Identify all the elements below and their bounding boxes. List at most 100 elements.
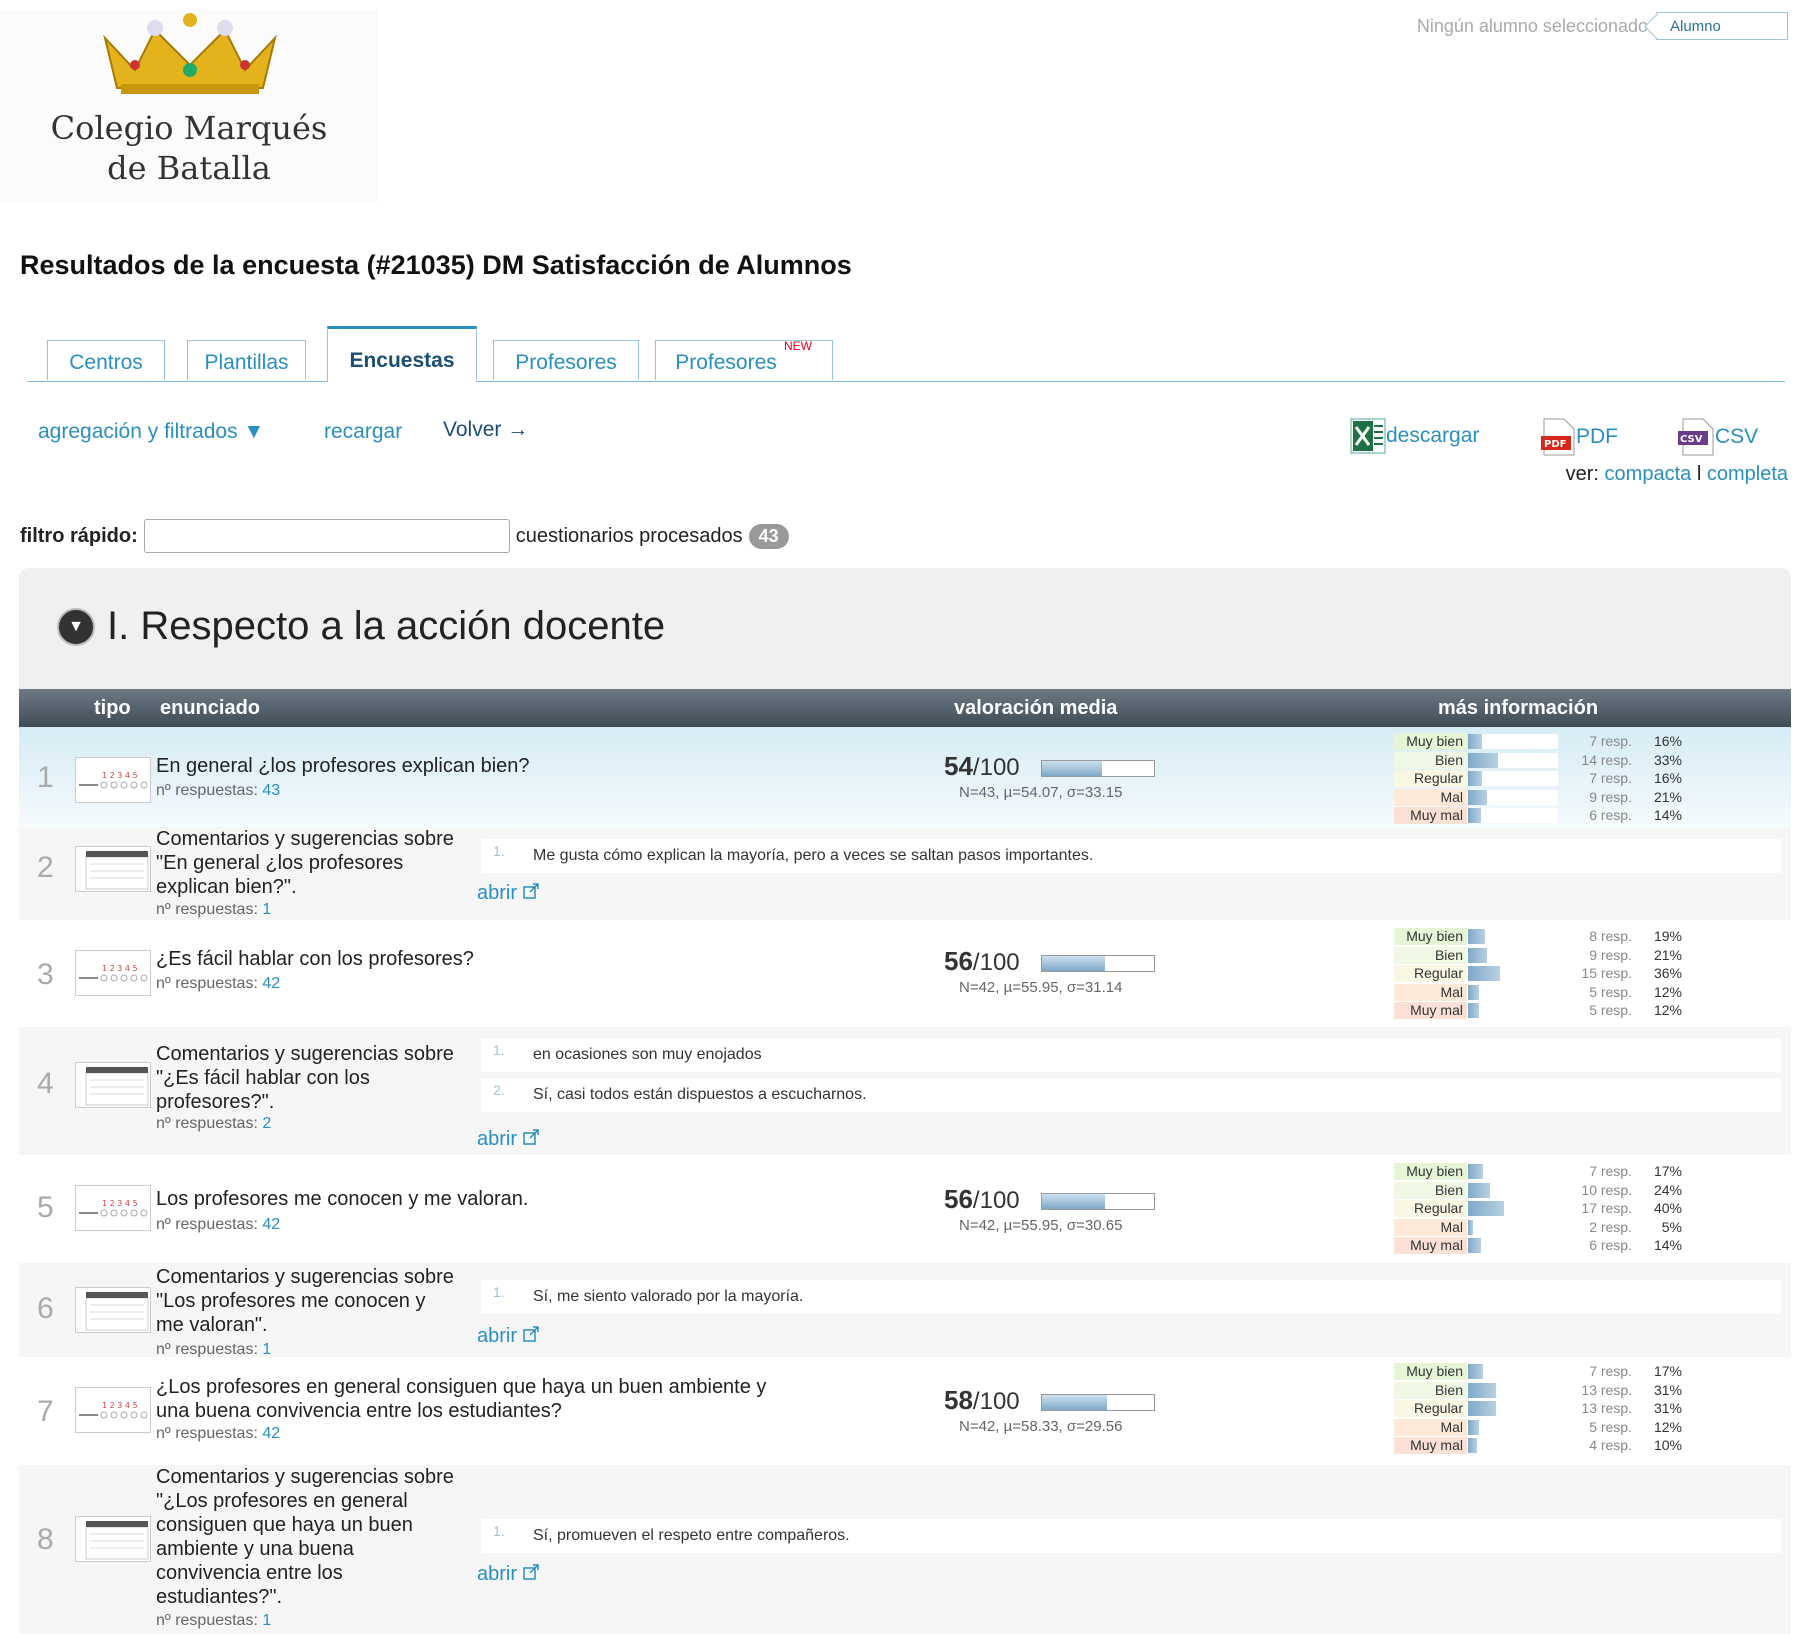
crown-icon (103, 13, 277, 94)
tab-profesores[interactable]: Profesores (493, 340, 639, 380)
school-logo: Colegio Marqués de Batalla (0, 10, 378, 202)
excel-icon (1350, 418, 1386, 454)
column-statement: enunciado (160, 697, 261, 719)
comment-text: en ocasiones son muy enojados (533, 1046, 762, 1063)
csv-link[interactable]: CSV CSV (1677, 418, 1758, 456)
tab-plantillas[interactable]: Plantillas (187, 340, 306, 380)
distribution-bar (1468, 1238, 1558, 1253)
response-count: nº respuestas: 1 (156, 901, 272, 918)
distribution-count: 5 resp. (1589, 983, 1632, 1000)
scale-label: Muy mal (1394, 807, 1467, 824)
collapse-toggle-icon[interactable]: ▼ (57, 607, 95, 646)
svg-text:1 2 3 4 5: 1 2 3 4 5 (102, 964, 138, 973)
distribution-bar (1468, 947, 1558, 963)
distribution-bar (1468, 1401, 1558, 1416)
response-count-link[interactable]: 43 (262, 782, 280, 799)
svg-text:CSV: CSV (1680, 434, 1703, 445)
response-count-link[interactable]: 42 (262, 1216, 280, 1233)
pdf-link[interactable]: PDF PDF (1540, 418, 1618, 456)
text-type-icon (75, 1062, 151, 1108)
distribution-percent: 12% (1653, 1418, 1682, 1435)
comment-index: 1. (493, 1284, 505, 1300)
distribution-percent: 31% (1653, 1400, 1682, 1416)
csv-icon: CSV (1678, 418, 1714, 456)
scale-label: Bien (1394, 1181, 1467, 1199)
distribution-percent: 14% (1653, 1237, 1682, 1253)
comment-item: 1. en ocasiones son muy enojados (481, 1038, 1781, 1072)
tab-encuestas[interactable]: Encuestas (327, 326, 477, 382)
text-type-icon (75, 1516, 151, 1562)
view-full-link[interactable]: completa (1707, 463, 1788, 485)
distribution-bar (1468, 771, 1558, 786)
question-number: 5 (37, 1191, 54, 1224)
distribution-bar (1468, 966, 1558, 981)
scale-label: Muy bien (1394, 1363, 1467, 1380)
download-excel-link[interactable]: descargar (1350, 418, 1479, 454)
open-comments-link[interactable]: abrir (477, 1325, 539, 1348)
open-comments-link[interactable]: abrir (477, 1128, 539, 1151)
comment-text: Sí, me siento valorado por la mayoría. (533, 1288, 804, 1305)
distribution-bar (1468, 984, 1558, 1000)
distribution-bar (1468, 1219, 1558, 1235)
distribution-count: 2 resp. (1589, 1218, 1632, 1235)
distribution-percent: 10% (1653, 1437, 1682, 1453)
quick-filter-label: filtro rápido: (20, 524, 138, 547)
reload-link[interactable]: recargar (324, 420, 402, 444)
question-text: Comentarios y sugerencias sobre "¿Los pr… (156, 1466, 454, 1608)
scale-label: Muy mal (1394, 1237, 1467, 1254)
response-count-link[interactable]: 2 (262, 1115, 271, 1132)
response-count: nº respuestas: 43 (156, 782, 281, 799)
tab-profesores-new[interactable]: Profesores NEW (655, 339, 833, 380)
section-header: ▼ I. Respecto a la acción docente (57, 604, 665, 649)
external-link-icon (522, 883, 539, 899)
average-score: 56/100 (944, 1184, 1020, 1214)
section-title: I. Respecto a la acción docente (107, 604, 666, 648)
distribution-count: 13 resp. (1581, 1400, 1632, 1416)
svg-text:1 2 3 4 5: 1 2 3 4 5 (102, 1199, 138, 1208)
comment-item: 1. Sí, me siento valorado por la mayoría. (481, 1280, 1781, 1314)
response-count: nº respuestas: 42 (156, 1216, 281, 1233)
distribution-percent: 24% (1653, 1181, 1682, 1198)
back-link[interactable]: Volver → (443, 418, 528, 442)
open-comments-link[interactable]: abrir (477, 1563, 539, 1586)
open-comments-link[interactable]: abrir (477, 882, 539, 905)
response-count-link[interactable]: 1 (262, 1612, 271, 1629)
question-row: 8 Comentarios y sugerencias sobre "¿Los … (19, 1465, 1791, 1634)
distribution-bar (1468, 1182, 1558, 1198)
distribution-count: 10 resp. (1581, 1181, 1632, 1198)
distribution-count: 4 resp. (1589, 1437, 1632, 1453)
distribution-percent: 16% (1653, 770, 1682, 786)
distribution-bar (1468, 929, 1558, 944)
score-stats: N=42, µ=55.95, σ=31.14 (959, 979, 1123, 996)
response-count: nº respuestas: 1 (156, 1612, 272, 1629)
comment-index: 1. (493, 1042, 505, 1058)
average-score-bar (1041, 1394, 1155, 1411)
response-count-link[interactable]: 42 (262, 975, 280, 992)
comment-item: 2. Sí, casi todos están dispuestos a escu… (481, 1078, 1781, 1112)
view-mode: ver: compacta l completa (1565, 463, 1788, 485)
student-dropdown[interactable]: Alumno (1656, 12, 1788, 40)
question-number: 3 (37, 958, 54, 991)
tab-centros[interactable]: Centros (47, 340, 165, 380)
question-row: 6 Comentarios y sugerencias sobre "Los p… (19, 1263, 1791, 1358)
response-count-link[interactable]: 1 (262, 901, 271, 918)
section-panel: ▼ I. Respecto a la acción docente tipo e… (19, 568, 1791, 1634)
distribution-bar (1468, 1419, 1558, 1435)
score-stats: N=42, µ=55.95, σ=30.65 (959, 1217, 1123, 1234)
question-number: 4 (37, 1067, 54, 1100)
response-count-link[interactable]: 42 (262, 1425, 280, 1442)
response-count-link[interactable]: 1 (262, 1341, 271, 1358)
distribution-percent: 31% (1653, 1381, 1682, 1398)
distribution-bar (1468, 1003, 1558, 1018)
average-score-bar (1041, 1193, 1155, 1210)
quick-filter-input[interactable] (143, 519, 510, 553)
view-compact-link[interactable]: compacta (1605, 463, 1692, 485)
tab-bar: Centros Plantillas Encuestas Profesores … (27, 326, 1785, 382)
aggregation-filter-link[interactable]: agregación y filtrados ▼ (38, 420, 264, 444)
question-number: 6 (37, 1292, 54, 1325)
comment-item: 1. Me gusta cómo explican la mayoría, per… (481, 839, 1781, 873)
question-text: ¿Es fácil hablar con los profesores? (156, 948, 474, 970)
distribution-count: 6 resp. (1589, 1237, 1632, 1253)
scale-label: Regular (1394, 1400, 1467, 1417)
pdf-icon: PDF (1541, 418, 1575, 456)
